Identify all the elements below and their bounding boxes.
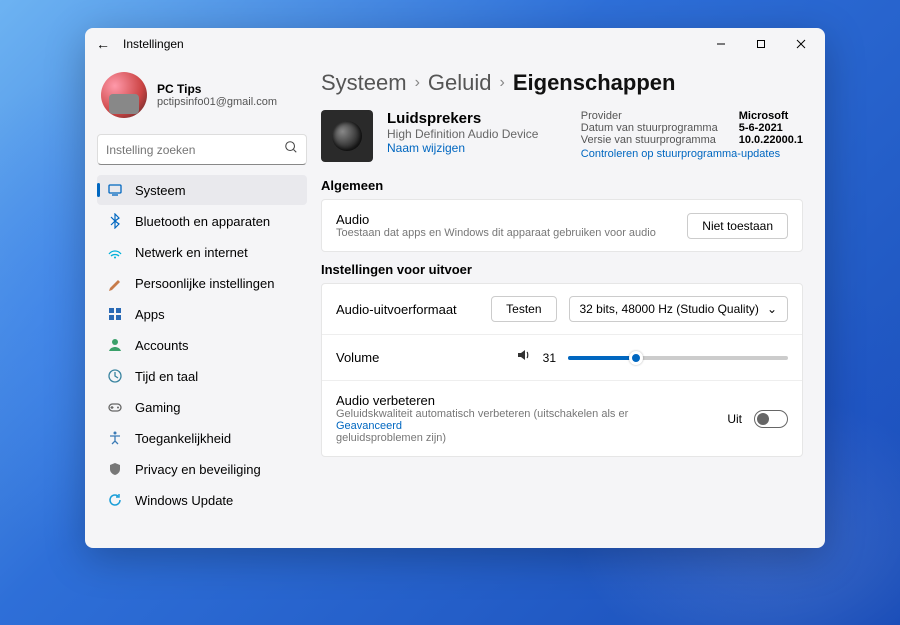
format-row: Audio-uitvoerformaat Testen 32 bits, 480… bbox=[322, 284, 802, 334]
enhance-toggle[interactable] bbox=[754, 410, 788, 428]
back-button[interactable]: ← bbox=[89, 36, 117, 52]
sidebar-item-accounts[interactable]: Accounts bbox=[97, 330, 307, 360]
profile-name: PC Tips bbox=[157, 82, 277, 96]
chevron-down-icon: ⌄ bbox=[767, 302, 777, 316]
sidebar-item-privacy[interactable]: Privacy en beveiliging bbox=[97, 454, 307, 484]
sidebar-item-label: Tijd en taal bbox=[135, 369, 198, 384]
time-icon bbox=[107, 368, 123, 384]
sidebar-item-personalize[interactable]: Persoonlijke instellingen bbox=[97, 268, 307, 298]
search-input[interactable] bbox=[106, 143, 284, 157]
main-content: Systeem › Geluid › Eigenschappen Luidspr… bbox=[315, 60, 825, 548]
test-button[interactable]: Testen bbox=[491, 296, 556, 322]
sidebar-item-label: Apps bbox=[135, 307, 165, 322]
nav: Systeem Bluetooth en apparaten Netwerk en … bbox=[97, 175, 307, 515]
advanced-link[interactable]: Geavanceerd bbox=[336, 420, 402, 432]
profile-email: pctipsinfo01@gmail.com bbox=[157, 96, 277, 108]
bluetooth-icon bbox=[107, 213, 123, 229]
close-button[interactable] bbox=[781, 28, 821, 60]
breadcrumb: Systeem › Geluid › Eigenschappen bbox=[321, 70, 803, 96]
volume-row: Volume 31 bbox=[322, 334, 802, 380]
sidebar-item-accessibility[interactable]: Toegankelijkheid bbox=[97, 423, 307, 453]
update-icon bbox=[107, 492, 123, 508]
volume-value: 31 bbox=[543, 351, 556, 365]
chevron-right-icon: › bbox=[500, 74, 505, 92]
settings-window: ← Instellingen PC Tips pctipsinfo01@gmai… bbox=[85, 28, 825, 548]
chevron-right-icon: › bbox=[415, 74, 420, 92]
rename-link[interactable]: Naam wijzigen bbox=[387, 141, 538, 155]
crumb-system[interactable]: Systeem bbox=[321, 70, 407, 96]
search-icon bbox=[284, 140, 298, 159]
crumb-sound[interactable]: Geluid bbox=[428, 70, 492, 96]
sidebar-item-label: Netwerk en internet bbox=[135, 245, 248, 260]
network-icon bbox=[107, 244, 123, 260]
sidebar-item-label: Systeem bbox=[135, 183, 186, 198]
minimize-button[interactable] bbox=[701, 28, 741, 60]
maximize-button[interactable] bbox=[741, 28, 781, 60]
sidebar-item-network[interactable]: Netwerk en internet bbox=[97, 237, 307, 267]
avatar bbox=[101, 72, 147, 118]
sidebar-item-label: Persoonlijke instellingen bbox=[135, 276, 274, 291]
volume-icon[interactable] bbox=[515, 347, 531, 368]
sidebar: PC Tips pctipsinfo01@gmail.com Systeem Bl… bbox=[85, 60, 315, 548]
section-general: Algemeen bbox=[321, 178, 803, 193]
sidebar-item-label: Bluetooth en apparaten bbox=[135, 214, 270, 229]
search-box[interactable] bbox=[97, 134, 307, 165]
apps-icon bbox=[107, 306, 123, 322]
device-name: Luidsprekers bbox=[387, 110, 538, 127]
speaker-icon bbox=[321, 110, 373, 162]
section-output: Instellingen voor uitvoer bbox=[321, 262, 803, 277]
disallow-button[interactable]: Niet toestaan bbox=[687, 213, 788, 239]
titlebar: ← Instellingen bbox=[85, 28, 825, 60]
sidebar-item-apps[interactable]: Apps bbox=[97, 299, 307, 329]
sidebar-item-update[interactable]: Windows Update bbox=[97, 485, 307, 515]
sidebar-item-label: Accounts bbox=[135, 338, 188, 353]
accessibility-icon bbox=[107, 430, 123, 446]
toggle-state: Uit bbox=[727, 412, 742, 426]
system-icon bbox=[107, 182, 123, 198]
accounts-icon bbox=[107, 337, 123, 353]
profile[interactable]: PC Tips pctipsinfo01@gmail.com bbox=[97, 68, 307, 130]
sidebar-item-label: Gaming bbox=[135, 400, 181, 415]
format-select[interactable]: 32 bits, 48000 Hz (Studio Quality) ⌄ bbox=[569, 296, 789, 322]
window-title: Instellingen bbox=[123, 37, 184, 51]
privacy-icon bbox=[107, 461, 123, 477]
audio-allow-row: Audio Toestaan dat apps en Windows dit a… bbox=[322, 200, 802, 251]
sidebar-item-time[interactable]: Tijd en taal bbox=[97, 361, 307, 391]
enhance-row: Audio verbeteren Geluidskwaliteit automa… bbox=[322, 380, 802, 456]
sidebar-item-gaming[interactable]: Gaming bbox=[97, 392, 307, 422]
sidebar-item-label: Privacy en beveiliging bbox=[135, 462, 261, 477]
personalize-icon bbox=[107, 275, 123, 291]
sidebar-item-system[interactable]: Systeem bbox=[97, 175, 307, 205]
device-subtitle: High Definition Audio Device bbox=[387, 127, 538, 141]
device-header: Luidsprekers High Definition Audio Devic… bbox=[321, 110, 803, 162]
crumb-current: Eigenschappen bbox=[513, 70, 676, 96]
check-updates-link[interactable]: Controleren op stuurprogramma-updates bbox=[581, 148, 803, 160]
gaming-icon bbox=[107, 399, 123, 415]
device-meta: ProviderMicrosoft Datum van stuurprogram… bbox=[581, 110, 803, 160]
sidebar-item-bluetooth[interactable]: Bluetooth en apparaten bbox=[97, 206, 307, 236]
sidebar-item-label: Windows Update bbox=[135, 493, 233, 508]
sidebar-item-label: Toegankelijkheid bbox=[135, 431, 231, 446]
volume-slider[interactable] bbox=[568, 356, 788, 360]
